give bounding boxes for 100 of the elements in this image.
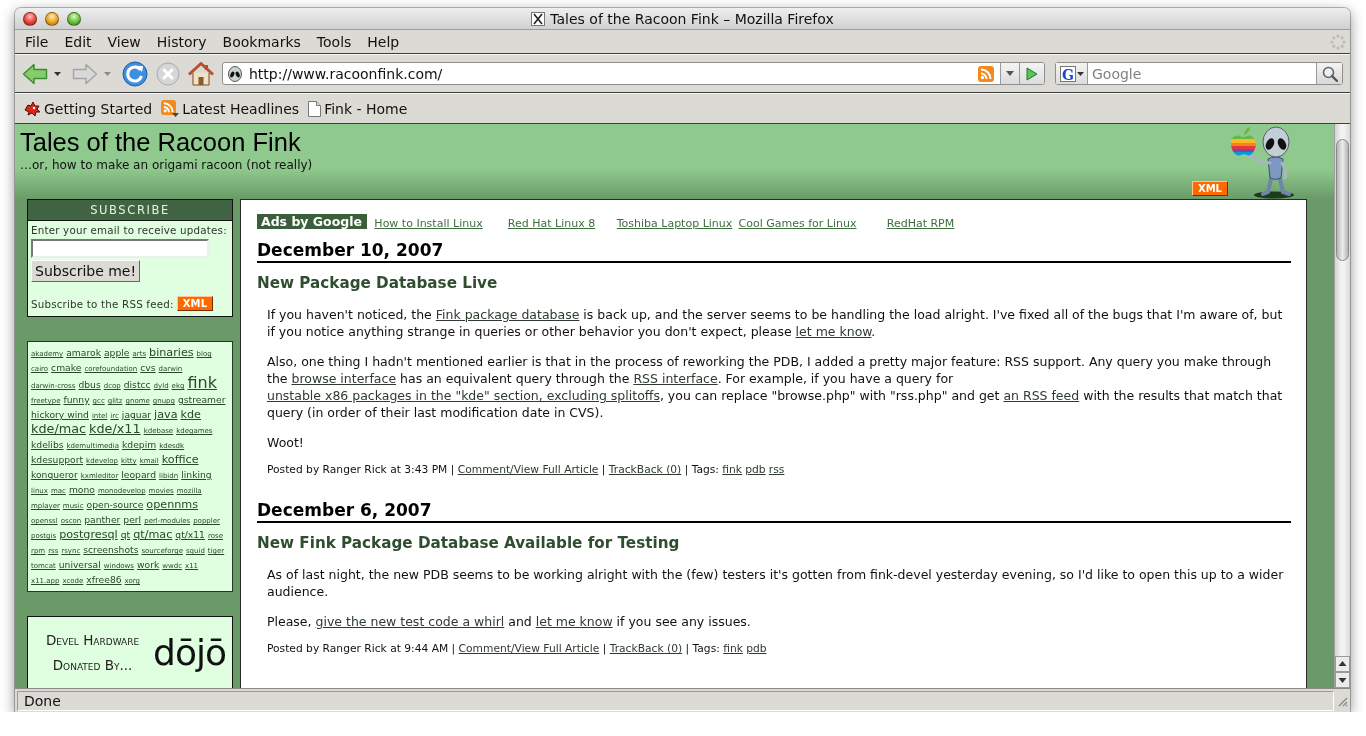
tag-link[interactable]: konqueror bbox=[31, 470, 78, 480]
tag-link[interactable]: panther bbox=[84, 515, 121, 525]
bookmark-item[interactable]: Latest Headlines bbox=[161, 100, 300, 117]
email-label: Enter your email to receive updates: bbox=[31, 223, 228, 237]
tag-link[interactable]: opennms bbox=[146, 499, 199, 511]
tag-link[interactable]: kdepim bbox=[122, 440, 157, 450]
tag-link[interactable]: qt/mac bbox=[133, 529, 173, 541]
tag-link[interactable]: distcc bbox=[123, 380, 151, 390]
tag-link[interactable]: leopard bbox=[121, 470, 157, 480]
tag-link[interactable]: work bbox=[137, 560, 160, 570]
rss-feed-icon[interactable] bbox=[978, 65, 994, 82]
ad-link[interactable]: RedHat RPM bbox=[886, 217, 955, 230]
tag-link[interactable]: cmake bbox=[51, 363, 82, 373]
tag-link[interactable]: qt bbox=[120, 530, 131, 540]
alien-head-icon bbox=[227, 65, 243, 82]
sponsor-logo: dōjō bbox=[153, 635, 226, 671]
tag-link[interactable]: mono bbox=[68, 485, 95, 495]
subscribe-heading: SUBSCRIBE bbox=[28, 200, 232, 221]
tag-link[interactable]: screenshots bbox=[83, 545, 139, 555]
tag-link[interactable]: pdb bbox=[746, 642, 767, 655]
go-button[interactable] bbox=[1019, 63, 1044, 84]
ad-link[interactable]: Toshiba Laptop Linux bbox=[616, 217, 733, 230]
tag-link[interactable]: gstreamer bbox=[178, 395, 226, 405]
ads-label[interactable]: Ads by Google bbox=[257, 214, 367, 229]
ad-link[interactable]: How to Install Linux bbox=[374, 217, 483, 230]
tag-link[interactable]: dbus bbox=[78, 380, 101, 390]
text-link[interactable]: browse interface bbox=[291, 371, 397, 386]
scroll-up-icon[interactable] bbox=[1335, 656, 1350, 672]
tag-link[interactable]: fink bbox=[723, 642, 743, 655]
tag-link[interactable]: hickory wind bbox=[31, 410, 89, 420]
reload-icon[interactable] bbox=[122, 60, 148, 87]
post-title[interactable]: New Fink Package Database Available for Testing bbox=[257, 533, 1291, 553]
paragraph: Please, give the new test code a whirl and let me know if you see any issues. bbox=[267, 613, 752, 630]
menu-item[interactable]: Tools bbox=[308, 31, 360, 52]
minimize-window-icon[interactable] bbox=[45, 11, 59, 26]
tag-link[interactable]: amarok bbox=[66, 348, 101, 358]
scroll-down-icon[interactable] bbox=[1335, 672, 1350, 688]
subscribe-button[interactable]: Subscribe me! bbox=[31, 260, 141, 282]
caret-icon[interactable] bbox=[54, 71, 61, 76]
address-bar[interactable]: http://www.racoonfink.com/ bbox=[222, 62, 1045, 85]
search-bar[interactable]: G Google bbox=[1055, 62, 1343, 85]
menu-item[interactable]: View bbox=[99, 31, 149, 52]
menu-item[interactable]: Help bbox=[359, 31, 408, 52]
tag-link[interactable]: binaries bbox=[149, 347, 194, 359]
footer-link[interactable]: Comment/View Full Article bbox=[457, 463, 599, 476]
bookmark-item[interactable]: Getting Started bbox=[24, 100, 153, 117]
tag-link[interactable]: kde/mac bbox=[31, 423, 87, 436]
tag-link[interactable]: pdb bbox=[745, 463, 766, 476]
footer-link[interactable]: TrackBack (0) bbox=[608, 463, 682, 476]
text-link[interactable]: Fink package database bbox=[435, 307, 580, 322]
tag-link[interactable]: cvs bbox=[140, 363, 156, 373]
text-link[interactable]: let me know bbox=[535, 614, 613, 629]
tag-link[interactable]: perl bbox=[123, 515, 142, 525]
tag-link[interactable]: xfree86 bbox=[86, 575, 122, 585]
x-window-icon bbox=[531, 11, 546, 26]
text-link[interactable]: an RSS feed bbox=[1003, 388, 1080, 403]
sponsor-banner[interactable]: Devel Hardware Donated By... dōjō bbox=[27, 616, 233, 688]
email-field[interactable] bbox=[31, 239, 209, 258]
menu-item[interactable]: Bookmarks bbox=[214, 31, 309, 52]
close-window-icon[interactable] bbox=[23, 11, 37, 26]
tag-link[interactable]: apple bbox=[103, 348, 130, 358]
tag-link[interactable]: kdesupport bbox=[31, 455, 84, 465]
menu-item[interactable]: History bbox=[148, 31, 215, 52]
ad-link[interactable]: Cool Games for Linux bbox=[738, 217, 857, 230]
scrollbar-thumb[interactable] bbox=[1336, 139, 1349, 261]
zoom-window-icon[interactable] bbox=[67, 11, 81, 26]
tag-link[interactable]: rss bbox=[768, 463, 785, 476]
tag-link[interactable]: fink bbox=[187, 375, 217, 391]
home-icon[interactable] bbox=[188, 61, 214, 86]
tag-link[interactable]: universal bbox=[58, 560, 101, 570]
search-engine-button[interactable]: G bbox=[1056, 63, 1088, 84]
back-arrow-icon[interactable] bbox=[22, 62, 48, 85]
menu-item[interactable]: File bbox=[17, 31, 57, 52]
tag-link[interactable]: fink bbox=[722, 463, 743, 476]
text-link[interactable]: give the new test code a whirl bbox=[315, 614, 505, 629]
ad-link[interactable]: Red Hat Linux 8 bbox=[507, 217, 596, 230]
post-title[interactable]: New Package Database Live bbox=[257, 273, 1291, 293]
bookmark-item[interactable]: Fink - Home bbox=[308, 100, 408, 117]
tag-link[interactable]: kde bbox=[180, 409, 201, 421]
text-link[interactable]: RSS interface bbox=[633, 371, 718, 386]
tag-link[interactable]: jaguar bbox=[121, 410, 152, 420]
tag-link[interactable]: open-source bbox=[86, 500, 144, 510]
scrollbar-track[interactable] bbox=[1334, 124, 1350, 688]
tag-link[interactable]: koffice bbox=[161, 454, 199, 466]
tag-link[interactable]: postgresql bbox=[59, 529, 118, 541]
footer-link[interactable]: Comment/View Full Article bbox=[458, 642, 600, 655]
tag-link[interactable]: funny bbox=[63, 395, 90, 405]
text-link[interactable]: unstable x86 packages in the "kde" section, excluding splitoffs bbox=[267, 388, 660, 403]
rss-label: Subscribe to the RSS feed: bbox=[31, 297, 174, 310]
search-button[interactable] bbox=[1316, 63, 1342, 84]
tag-link[interactable]: qt/x11 bbox=[175, 530, 205, 540]
blog-title[interactable]: Tales of the Racoon Fink bbox=[20, 127, 313, 157]
tag-link[interactable]: linking bbox=[181, 470, 212, 480]
search-icon bbox=[1321, 65, 1338, 82]
menu-item[interactable]: Edit bbox=[56, 31, 100, 52]
tag-link[interactable]: kde/x11 bbox=[89, 423, 141, 436]
tag-link[interactable]: kdelibs bbox=[31, 440, 64, 450]
footer-link[interactable]: TrackBack (0) bbox=[609, 642, 683, 655]
history-dropdown-button[interactable] bbox=[1000, 63, 1019, 84]
tag-link[interactable]: java bbox=[154, 409, 178, 421]
